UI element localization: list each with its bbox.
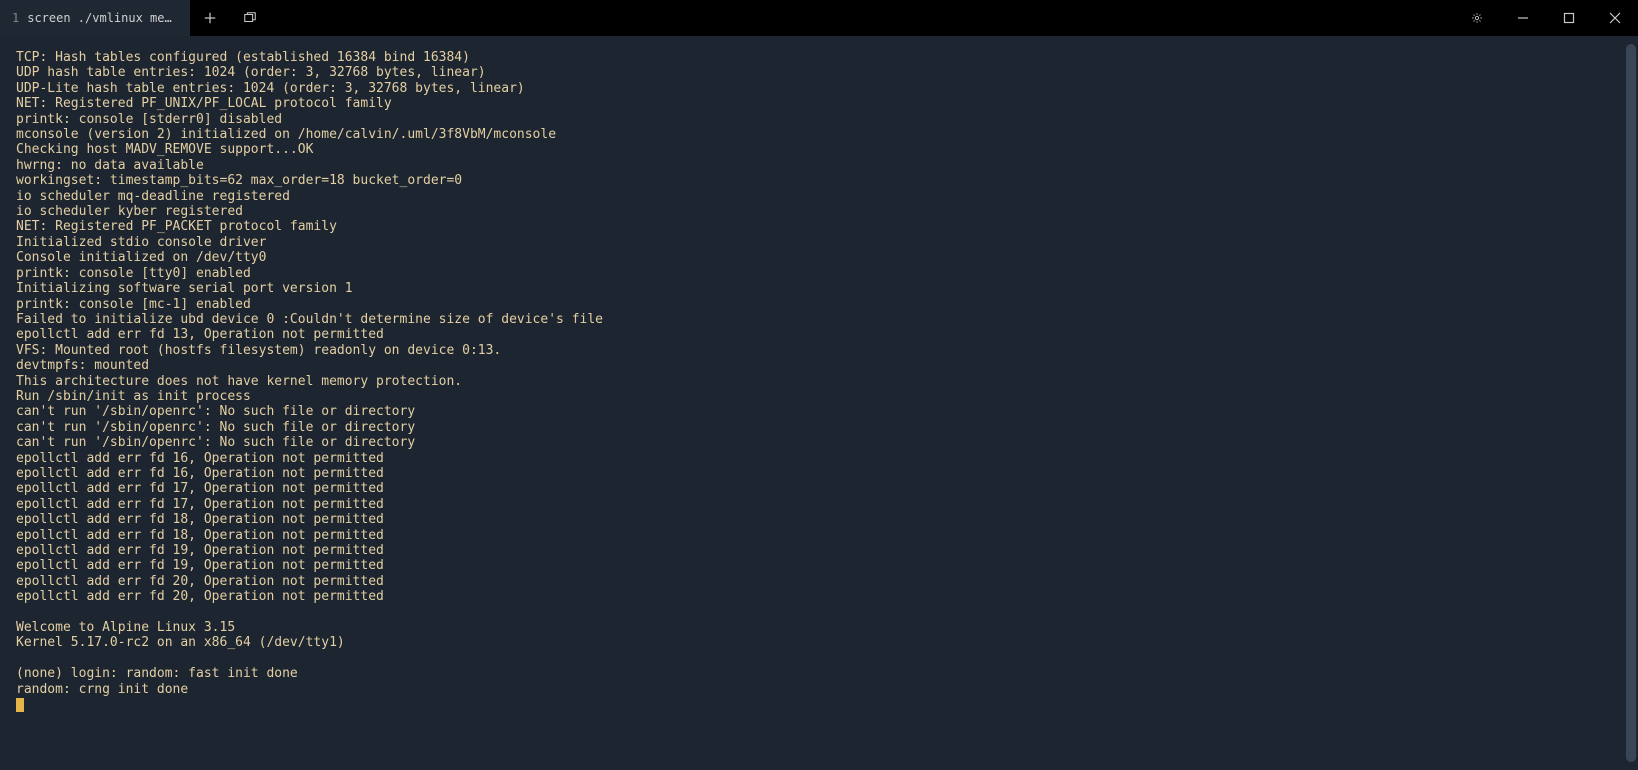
close-icon xyxy=(1609,12,1621,24)
tab-active[interactable]: 1 screen ./vmlinux mem… xyxy=(0,0,190,36)
terminal-area: TCP: Hash tables configured (established… xyxy=(0,36,1638,770)
gear-icon xyxy=(1471,12,1483,24)
terminal-output[interactable]: TCP: Hash tables configured (established… xyxy=(6,40,1630,770)
minimize-icon xyxy=(1517,12,1529,24)
scrollbar-thumb[interactable] xyxy=(1626,44,1636,762)
tabs-icon xyxy=(243,11,257,25)
title-bar: 1 screen ./vmlinux mem… xyxy=(0,0,1638,36)
tab-index: 1 xyxy=(12,11,19,25)
tabs-area: 1 screen ./vmlinux mem… xyxy=(0,0,270,36)
settings-button[interactable] xyxy=(1454,0,1500,36)
tab-title: screen ./vmlinux mem… xyxy=(27,11,178,25)
close-button[interactable] xyxy=(1592,0,1638,36)
minimize-button[interactable] xyxy=(1500,0,1546,36)
tab-controls xyxy=(190,0,270,36)
maximize-icon xyxy=(1563,12,1575,24)
terminal-cursor xyxy=(16,698,24,712)
maximize-button[interactable] xyxy=(1546,0,1592,36)
new-tab-button[interactable] xyxy=(190,0,230,36)
window-controls xyxy=(1454,0,1638,36)
plus-icon xyxy=(203,11,217,25)
tab-list-button[interactable] xyxy=(230,0,270,36)
scrollbar-vertical[interactable] xyxy=(1626,44,1636,762)
